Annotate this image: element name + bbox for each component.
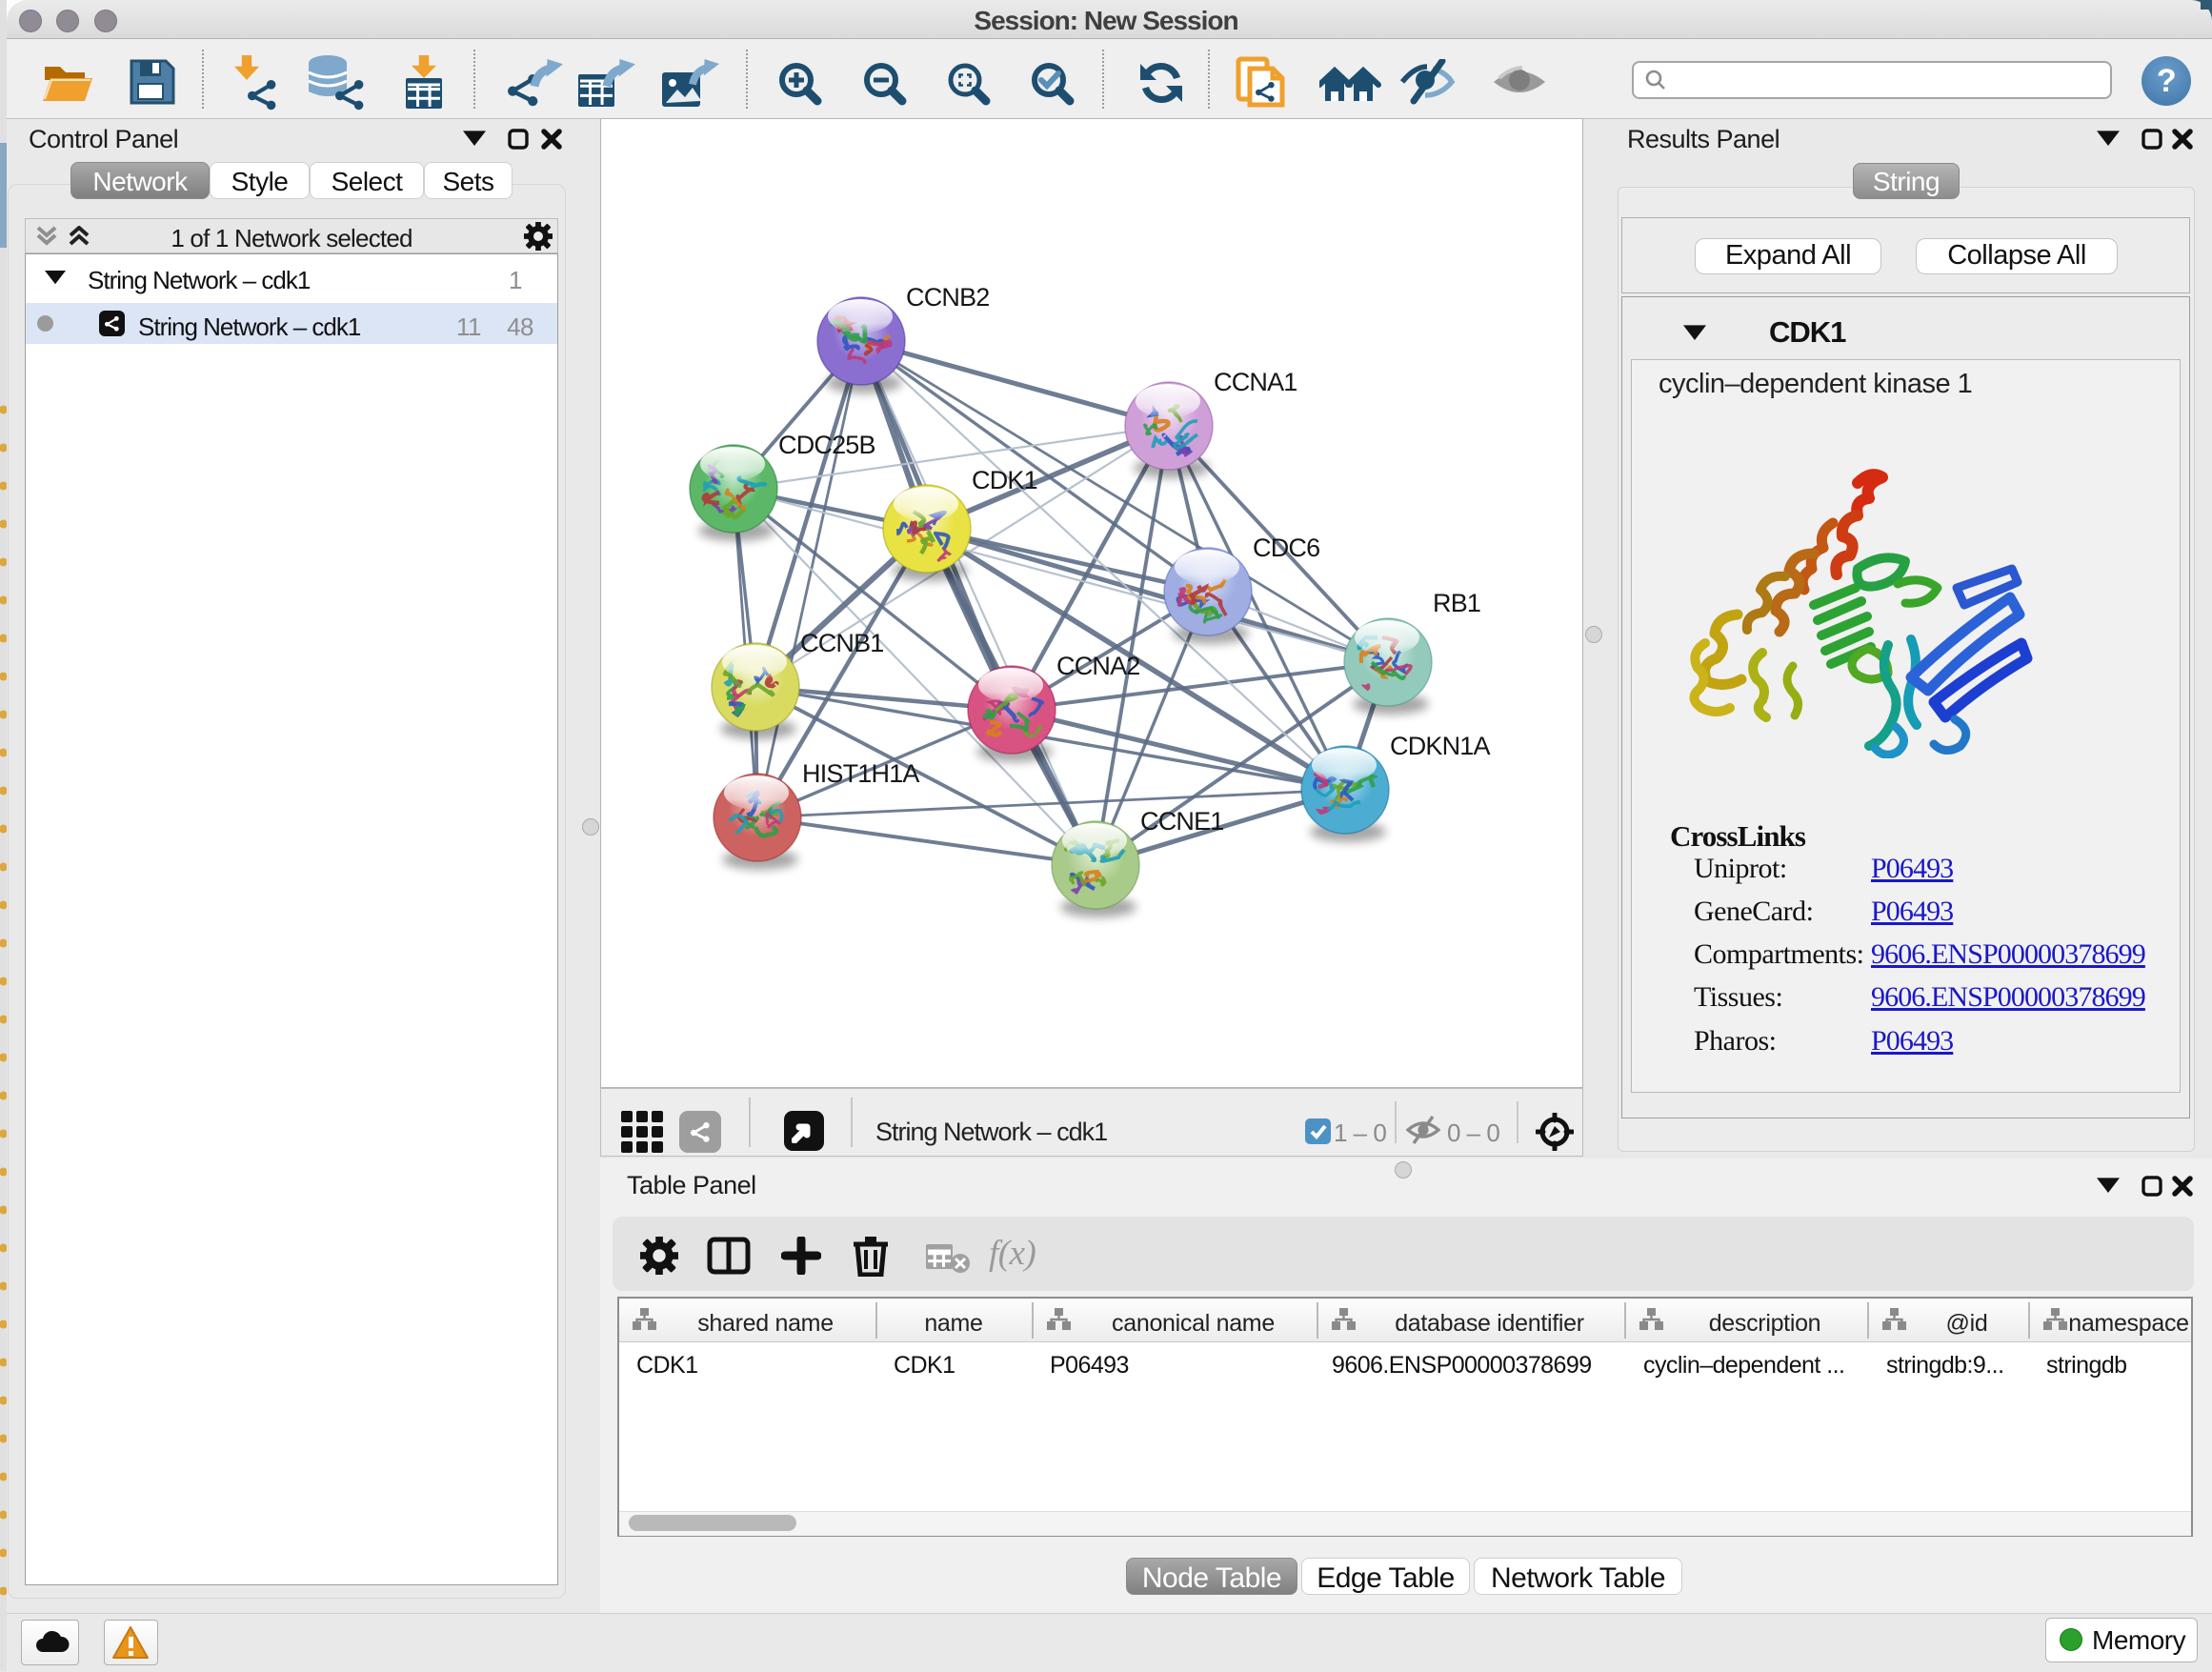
svg-text:CCNB2: CCNB2	[906, 283, 990, 312]
svg-text:CDC6: CDC6	[1253, 534, 1319, 562]
svg-text:CCNA2: CCNA2	[1056, 652, 1140, 680]
svg-text:CCNB1: CCNB1	[800, 629, 884, 657]
svg-text:CCNE1: CCNE1	[1140, 807, 1224, 836]
svg-text:CDK1: CDK1	[972, 466, 1037, 494]
svg-text:CDC25B: CDC25B	[778, 431, 875, 459]
svg-text:CDKN1A: CDKN1A	[1390, 732, 1491, 760]
svg-text:CCNA1: CCNA1	[1214, 368, 1297, 396]
svg-text:HIST1H1A: HIST1H1A	[802, 759, 919, 788]
svg-text:RB1: RB1	[1433, 589, 1480, 617]
